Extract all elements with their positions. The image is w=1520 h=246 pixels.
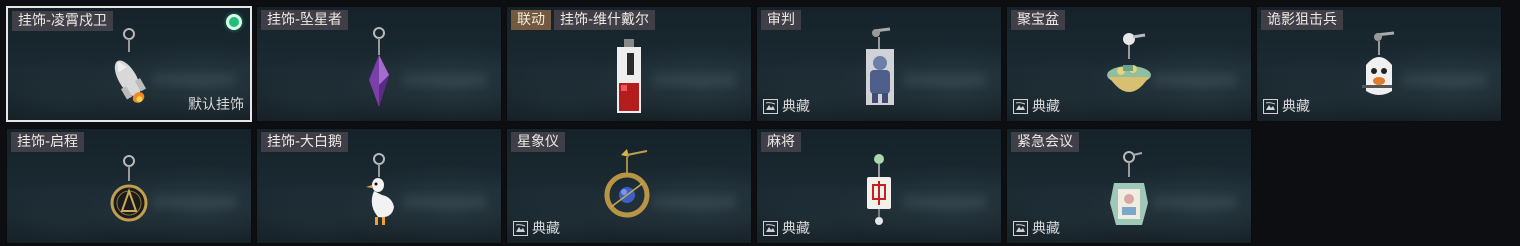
rarity-label: 典藏 [1032,99,1060,115]
rarity-label: 典藏 [532,221,560,237]
rarity-badge: 典藏 [1013,96,1060,116]
charm-tile[interactable]: 紧急会议 典藏 [1006,128,1252,244]
default-charm-label: 默认挂饰 [188,97,244,113]
charm-tile[interactable]: 审判 典藏 [756,6,1002,122]
collection-icon [763,220,778,236]
collection-icon [513,220,528,236]
charm-tile[interactable]: 麻将 典藏 [756,128,1002,244]
card-charm-icon [617,39,641,113]
charm-tile[interactable]: 联动 挂饰-维什戴尔 [506,6,752,122]
charm-name: 挂饰-维什戴尔 [554,10,656,30]
charm-tile[interactable]: 星象仪 典藏 [506,128,752,244]
collection-icon [1263,98,1278,114]
compass-ring-charm-icon [110,155,148,222]
rarity-badge: 典藏 [1263,96,1310,116]
charm-tile[interactable]: 挂饰-大白鹅 [256,128,502,244]
treasure-bowl-charm-icon [1107,33,1151,92]
rarity-label: 典藏 [1032,221,1060,237]
rarity-label: 典藏 [1282,99,1310,115]
charm-tile[interactable]: 聚宝盆 典藏 [1006,6,1252,122]
charm-name: 挂饰-大白鹅 [261,132,349,152]
collab-tag: 联动 [511,10,551,30]
charm-name: 诡影狙击兵 [1261,10,1343,30]
charm-tile[interactable]: 挂饰-坠星者 [256,6,502,122]
charm-tile[interactable]: 诡影狙击兵 典藏 [1256,6,1502,122]
ghost-sniper-charm-icon [1362,31,1395,95]
rarity-badge: 典藏 [763,218,810,238]
figure-card-charm-icon [866,27,894,105]
charm-name: 挂饰-凌霄戍卫 [12,11,114,31]
collection-icon [763,98,778,114]
charm-name: 审判 [761,10,801,30]
astrolabe-charm-icon [604,149,650,218]
emergency-meeting-charm-icon [1110,151,1148,225]
charm-grid: 挂饰-凌霄戍卫 默认挂饰 挂饰-坠星者 联动 挂饰-维什戴尔 审判 典藏 聚宝盆… [6,6,1502,244]
rarity-badge: 典藏 [763,96,810,116]
equipped-indicator [226,14,242,30]
crystal-charm-icon [369,27,389,107]
rarity-label: 典藏 [782,221,810,237]
charm-name: 挂饰-启程 [11,132,85,152]
charm-name: 挂饰-坠星者 [261,10,349,30]
rocket-charm-icon [114,28,147,103]
rarity-badge: 典藏 [1013,218,1060,238]
rarity-label: 典藏 [782,99,810,115]
charm-name: 聚宝盆 [1011,10,1065,30]
charm-name: 紧急会议 [1011,132,1079,152]
goose-charm-icon [366,153,394,225]
rarity-badge: 典藏 [513,218,560,238]
mahjong-tile-charm-icon [867,154,891,225]
charm-tile[interactable]: 挂饰-启程 [6,128,252,244]
charm-name: 星象仪 [511,132,565,152]
collection-icon [1013,220,1028,236]
collection-icon [1013,98,1028,114]
charm-tile[interactable]: 挂饰-凌霄戍卫 默认挂饰 [6,6,252,122]
charm-name: 麻将 [761,132,801,152]
